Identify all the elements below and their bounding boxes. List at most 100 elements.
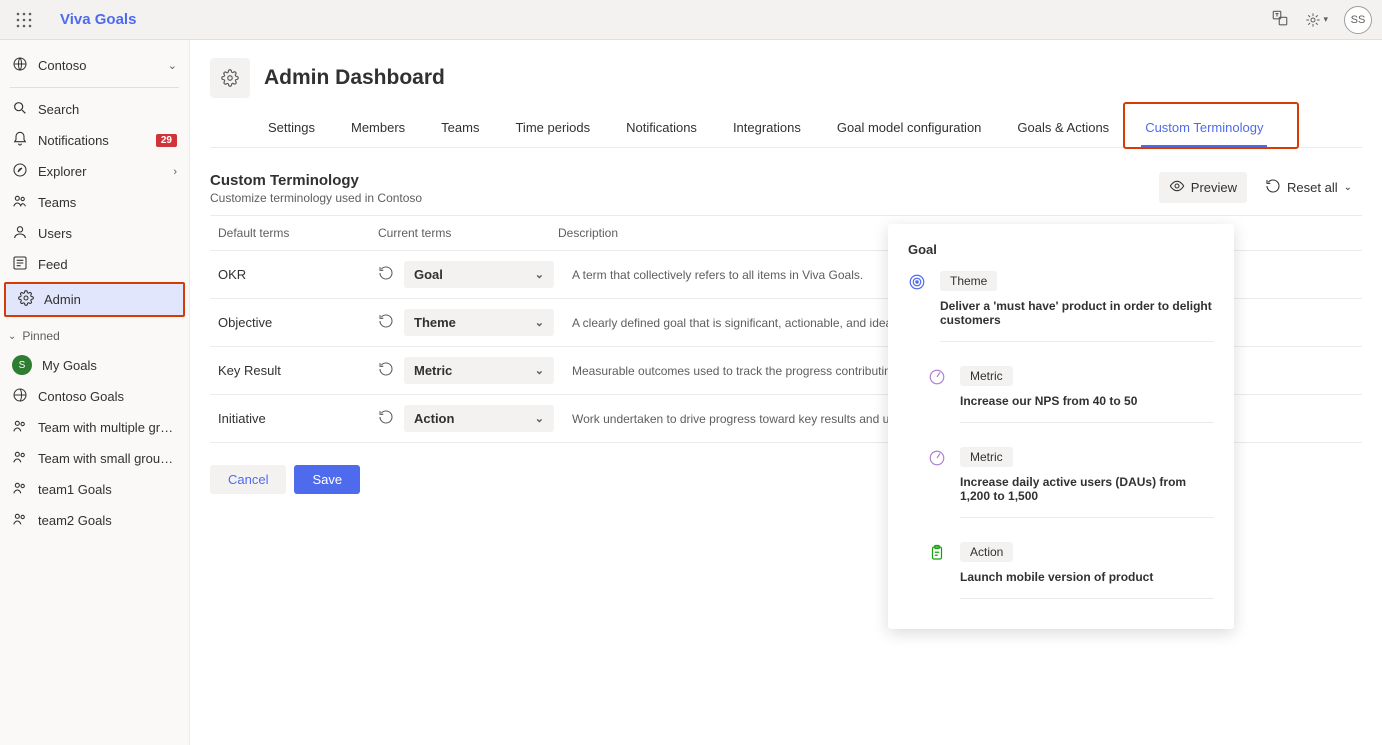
globe-icon bbox=[12, 56, 28, 75]
sidebar-item-users[interactable]: Users bbox=[0, 218, 189, 249]
sidebar-item-feed[interactable]: Feed bbox=[0, 249, 189, 280]
tab-teams[interactable]: Teams bbox=[437, 112, 483, 147]
product-name[interactable]: Viva Goals bbox=[60, 11, 136, 28]
sidebar-item-team2[interactable]: team2 Goals bbox=[0, 505, 189, 536]
col-header-current: Current terms bbox=[378, 226, 558, 240]
select-value: Theme bbox=[414, 315, 456, 330]
translate-icon[interactable] bbox=[1271, 9, 1289, 30]
sidebar-item-label: Explorer bbox=[38, 164, 86, 179]
default-term: Key Result bbox=[218, 363, 378, 378]
sidebar-item-teams[interactable]: Teams bbox=[0, 187, 189, 218]
select-value: Goal bbox=[414, 267, 443, 282]
top-bar: Viva Goals ▾ SS bbox=[0, 0, 1382, 40]
sidebar-item-team-small[interactable]: Team with small group t... bbox=[0, 443, 189, 474]
people-icon bbox=[12, 193, 28, 212]
gauge-icon bbox=[928, 368, 948, 423]
cancel-button[interactable]: Cancel bbox=[210, 465, 286, 494]
chevron-down-icon: ⌄ bbox=[8, 331, 16, 342]
settings-dropdown-icon[interactable]: ▾ bbox=[1305, 12, 1328, 28]
tab-notifications[interactable]: Notifications bbox=[622, 112, 701, 147]
tab-custom-terminology[interactable]: Custom Terminology bbox=[1141, 112, 1267, 147]
sidebar-item-label: My Goals bbox=[42, 358, 97, 373]
user-icon bbox=[12, 224, 28, 243]
people-icon bbox=[12, 511, 28, 530]
main-content: Admin Dashboard Settings Members Teams T… bbox=[190, 40, 1382, 745]
sidebar-item-contoso-goals[interactable]: Contoso Goals bbox=[0, 381, 189, 412]
preview-label: Preview bbox=[1191, 180, 1237, 195]
chevron-down-icon: ⌄ bbox=[535, 412, 544, 425]
tab-strip: Settings Members Teams Time periods Noti… bbox=[210, 104, 1362, 148]
clipboard-icon bbox=[928, 544, 948, 599]
preview-button[interactable]: Preview bbox=[1159, 172, 1247, 203]
preview-tag: Action bbox=[960, 542, 1013, 562]
save-button[interactable]: Save bbox=[294, 465, 360, 494]
pinned-section-header[interactable]: ⌄ Pinned bbox=[0, 319, 189, 349]
section-title: Custom Terminology bbox=[210, 172, 422, 189]
page-gear-icon bbox=[210, 58, 250, 98]
select-value: Metric bbox=[414, 363, 452, 378]
sidebar-item-admin[interactable]: Admin bbox=[4, 282, 185, 317]
user-avatar[interactable]: SS bbox=[1344, 6, 1372, 34]
sidebar-item-label: Team with multiple grou... bbox=[38, 420, 177, 435]
search-icon bbox=[12, 100, 28, 119]
sidebar-item-label: Team with small group t... bbox=[38, 451, 177, 466]
tab-goal-model[interactable]: Goal model configuration bbox=[833, 112, 986, 147]
people-icon bbox=[12, 449, 28, 468]
bell-icon bbox=[12, 131, 28, 150]
org-switcher[interactable]: Contoso ⌄ bbox=[0, 50, 189, 81]
reset-all-label: Reset all bbox=[1287, 180, 1338, 195]
tab-goals-actions[interactable]: Goals & Actions bbox=[1013, 112, 1113, 147]
app-launcher-icon[interactable] bbox=[10, 6, 38, 34]
preview-tag: Theme bbox=[940, 271, 997, 291]
sidebar-item-search[interactable]: Search bbox=[0, 94, 189, 125]
sidebar-item-team-multi[interactable]: Team with multiple grou... bbox=[0, 412, 189, 443]
preview-desc: Deliver a 'must have' product in order t… bbox=[940, 299, 1214, 327]
reset-row-icon[interactable] bbox=[378, 409, 394, 428]
sidebar-item-my-goals[interactable]: S My Goals bbox=[0, 349, 189, 381]
sidebar-item-label: Notifications bbox=[38, 133, 109, 148]
page-title: Admin Dashboard bbox=[264, 66, 445, 90]
user-initial-avatar: S bbox=[12, 355, 32, 375]
sidebar-item-label: Teams bbox=[38, 195, 76, 210]
sidebar-item-notifications[interactable]: Notifications 29 bbox=[0, 125, 189, 156]
preview-tag: Metric bbox=[960, 366, 1013, 386]
feed-icon bbox=[12, 255, 28, 274]
sidebar: Contoso ⌄ Search Notifications 29 Explor… bbox=[0, 40, 190, 745]
people-icon bbox=[12, 418, 28, 437]
sidebar-item-label: Admin bbox=[44, 292, 81, 307]
reset-all-button[interactable]: Reset all ⌄ bbox=[1255, 172, 1362, 203]
default-term: Objective bbox=[218, 315, 378, 330]
reset-row-icon[interactable] bbox=[378, 361, 394, 380]
default-term: Initiative bbox=[218, 411, 378, 426]
people-icon bbox=[12, 480, 28, 499]
chevron-down-icon: ⌄ bbox=[535, 316, 544, 329]
reset-icon bbox=[1265, 178, 1281, 197]
current-term-select[interactable]: Metric ⌄ bbox=[404, 357, 554, 384]
globe-icon bbox=[12, 387, 28, 406]
chevron-down-icon: ⌄ bbox=[1344, 182, 1352, 193]
preview-desc: Increase daily active users (DAUs) from … bbox=[960, 475, 1214, 503]
tab-integrations[interactable]: Integrations bbox=[729, 112, 805, 147]
sidebar-item-label: team2 Goals bbox=[38, 513, 112, 528]
tab-members[interactable]: Members bbox=[347, 112, 409, 147]
tab-time-periods[interactable]: Time periods bbox=[511, 112, 594, 147]
section-subtitle: Customize terminology used in Contoso bbox=[210, 191, 422, 205]
current-term-select[interactable]: Action ⌄ bbox=[404, 405, 554, 432]
chevron-right-icon: › bbox=[173, 166, 177, 178]
gear-icon bbox=[18, 290, 34, 309]
pinned-label: Pinned bbox=[22, 329, 59, 343]
current-term-select[interactable]: Goal ⌄ bbox=[404, 261, 554, 288]
notifications-badge: 29 bbox=[156, 134, 177, 147]
tab-settings[interactable]: Settings bbox=[264, 112, 319, 147]
sidebar-item-label: Search bbox=[38, 102, 79, 117]
sidebar-item-label: Contoso Goals bbox=[38, 389, 124, 404]
gauge-icon bbox=[928, 449, 948, 518]
compass-icon bbox=[12, 162, 28, 181]
sidebar-item-label: Feed bbox=[38, 257, 68, 272]
reset-row-icon[interactable] bbox=[378, 265, 394, 284]
current-term-select[interactable]: Theme ⌄ bbox=[404, 309, 554, 336]
sidebar-item-explorer[interactable]: Explorer › bbox=[0, 156, 189, 187]
reset-row-icon[interactable] bbox=[378, 313, 394, 332]
sidebar-item-team1[interactable]: team1 Goals bbox=[0, 474, 189, 505]
col-header-default: Default terms bbox=[218, 226, 378, 240]
